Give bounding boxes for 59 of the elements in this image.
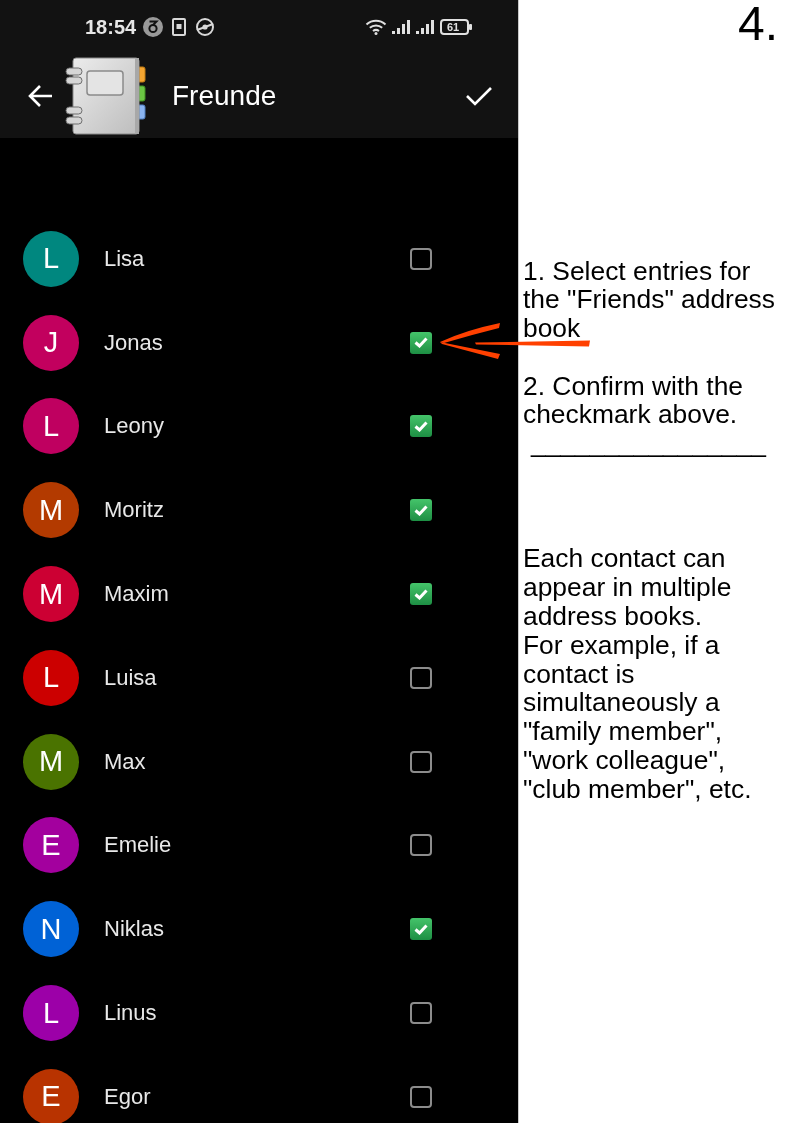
checkbox[interactable] [410,834,432,857]
note-text: For example, if a contact is simultaneously a "family member", "work colleague", "club member", etc. [523,630,753,804]
contact-name: Moritz [104,499,164,522]
checkbox[interactable] [410,1002,432,1025]
contact-avatar: M [23,733,79,790]
checkbox[interactable] [410,750,432,773]
instruction-text: 2. Confirm with the checkmark above. [523,371,744,430]
note-text: Each contact can appear in multiple address books. [523,544,733,631]
notification-icon [143,17,164,37]
checkbox[interactable] [410,499,432,522]
contact-avatar: J [23,314,79,371]
contact-avatar: L [23,398,79,455]
check-icon [414,337,428,349]
contact-name: Egor [104,1085,151,1108]
step-number: 4. [737,0,778,48]
check-icon [414,588,428,600]
notebook-icon [65,57,147,135]
contact-name: Jonas [104,331,163,354]
checkbox[interactable] [410,918,432,941]
checkbox[interactable] [410,247,432,270]
contact-avatar: L [23,230,79,287]
check-icon [414,504,428,516]
contact-avatar: L [23,649,79,706]
network-icon [195,18,216,36]
separator-line: ________________ [531,429,766,459]
signal-icon [416,20,435,34]
contact-name: Lisa [104,247,145,270]
back-arrow-icon [27,84,53,108]
contact-name: Emelie [104,834,172,857]
check-icon [414,421,428,432]
battery-level: 61 [447,21,460,33]
checkbox[interactable] [410,331,432,354]
contact-name: Leony [104,415,164,438]
contact-avatar: E [23,1068,79,1123]
contact-name: Luisa [104,666,157,689]
back-button[interactable] [27,84,53,108]
contact-name: Max [104,750,146,773]
wifi-icon [365,19,387,35]
checkbox[interactable] [410,1085,432,1108]
status-time: 18:54 [85,17,137,37]
battery-icon [440,19,472,35]
contact-name: Linus [104,1002,157,1025]
contact-avatar: L [23,985,79,1042]
check-icon [465,85,493,107]
card-icon [172,18,187,36]
contact-name: Maxim [104,583,169,606]
contact-avatar: N [23,901,79,958]
contact-avatar: E [23,817,79,874]
contact-name: Niklas [104,918,164,941]
contact-avatar: M [23,566,79,623]
check-icon [414,923,428,935]
checkbox[interactable] [410,415,432,438]
contact-avatar: M [23,482,79,539]
checkbox[interactable] [410,666,432,689]
signal-icon [392,20,411,34]
confirm-button[interactable] [465,85,493,107]
app-bar-title: Freunde [172,82,277,110]
instruction-text: 1. Select entries for the "Friends" address book [523,256,776,343]
checkbox[interactable] [410,583,432,606]
